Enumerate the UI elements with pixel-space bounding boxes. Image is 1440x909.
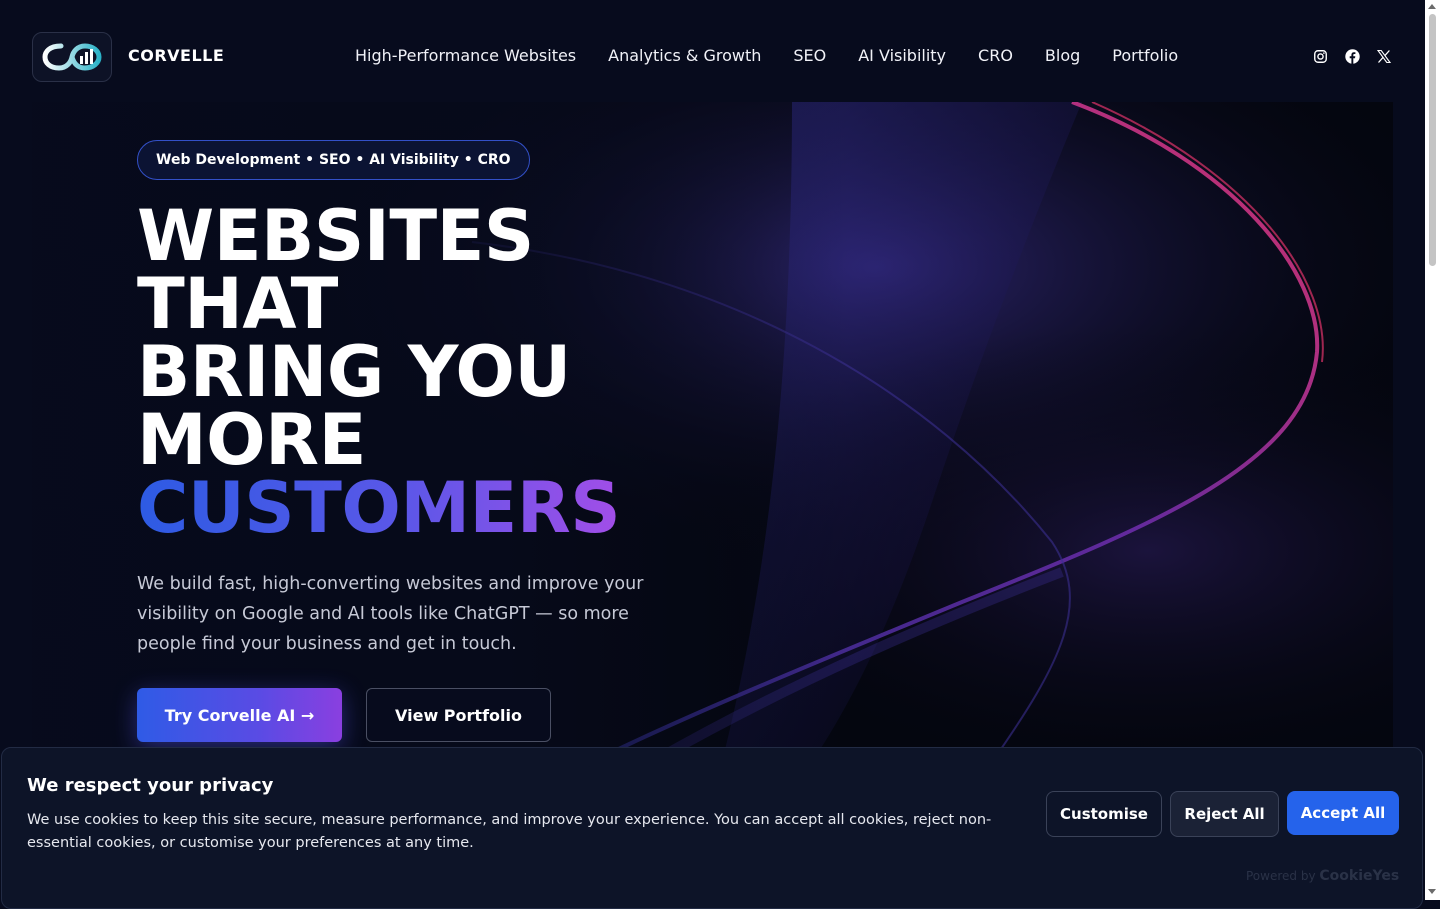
nav-item-cro[interactable]: CRO (978, 46, 1013, 65)
cookie-title: We respect your privacy (27, 775, 274, 796)
headline-line-1: WEBSITES (137, 195, 534, 277)
powered-by[interactable]: Powered by CookieYes (1246, 868, 1399, 884)
hero-section: Web Development • SEO • AI Visibility • … (32, 102, 1393, 762)
nav-item-analytics[interactable]: Analytics & Growth (608, 46, 761, 65)
headline-line-3: BRING YOU (137, 331, 571, 413)
page-scrollbar[interactable] (1425, 0, 1440, 900)
scroll-down-arrow-icon[interactable] (1428, 889, 1436, 894)
site-header: CORVELLE High-Performance Websites Analy… (0, 0, 1425, 102)
nav-item-websites[interactable]: High-Performance Websites (355, 46, 576, 65)
main-nav: High-Performance Websites Analytics & Gr… (355, 46, 1178, 65)
logo[interactable] (32, 32, 112, 82)
social-links (1312, 48, 1392, 64)
hero-headline: WEBSITES THAT BRING YOU MORE CUSTOMERS (137, 195, 697, 543)
scroll-up-arrow-icon[interactable] (1428, 4, 1436, 9)
infinity-chart-logo-icon (42, 43, 102, 71)
cookie-consent-banner: We respect your privacy We use cookies t… (1, 747, 1423, 909)
scrollbar-thumb[interactable] (1429, 14, 1436, 266)
nav-item-blog[interactable]: Blog (1045, 46, 1080, 65)
accept-all-button[interactable]: Accept All (1287, 791, 1399, 835)
instagram-icon[interactable] (1312, 48, 1328, 64)
hero-description: We build fast, high-converting websites … (137, 574, 644, 654)
nav-item-ai-visibility[interactable]: AI Visibility (858, 46, 946, 65)
reject-all-button[interactable]: Reject All (1170, 791, 1279, 837)
cookie-description: We use cookies to keep this site secure,… (27, 812, 992, 851)
cookieyes-brand: CookieYes (1319, 868, 1400, 884)
headline-line-2: THAT (137, 263, 338, 345)
brand-name[interactable]: CORVELLE (128, 46, 224, 65)
powered-by-prefix: Powered by (1246, 869, 1316, 883)
headline-accent: CUSTOMERS (137, 467, 621, 549)
headline-line-4: MORE (137, 399, 366, 481)
customise-button[interactable]: Customise (1046, 791, 1162, 837)
view-portfolio-button[interactable]: View Portfolio (366, 688, 551, 742)
try-corvelle-ai-button[interactable]: Try Corvelle AI → (137, 688, 342, 742)
facebook-icon[interactable] (1344, 48, 1360, 64)
services-pill: Web Development • SEO • AI Visibility • … (137, 140, 530, 180)
nav-item-seo[interactable]: SEO (793, 46, 826, 65)
nav-item-portfolio[interactable]: Portfolio (1112, 46, 1178, 65)
x-icon[interactable] (1376, 48, 1392, 64)
